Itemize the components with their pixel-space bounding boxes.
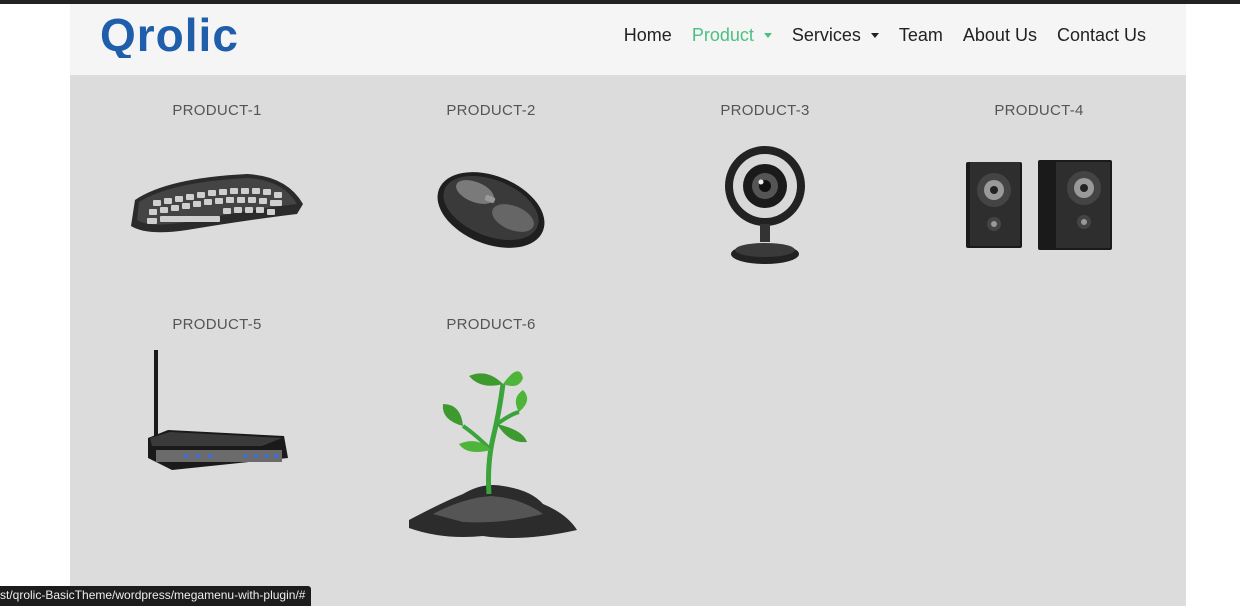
nav-contact-us-label: Contact Us [1056,25,1146,45]
nav-home-label: Home [623,25,672,45]
router-icon [148,350,288,470]
product-label: PRODUCT-1 [172,102,262,119]
keyboard-icon [131,174,303,233]
product-item[interactable]: PRODUCT-4 [902,102,1176,282]
nav-product-label: Product [691,25,754,45]
qrolic-logo[interactable]: Qrolic [100,12,260,58]
caret-down-icon [763,33,772,38]
product-label: PRODUCT-5 [172,316,262,333]
nav-about-us-label: About Us [962,25,1037,45]
webcam-icon [725,146,805,264]
product-item[interactable]: PRODUCT-5 [80,316,354,516]
product-label: PRODUCT-2 [446,102,536,119]
product-label: PRODUCT-3 [720,102,810,119]
nav-team-label: Team [898,25,943,45]
nav-product[interactable]: Product [692,25,772,46]
nav-team[interactable]: Team [899,25,943,46]
product-item[interactable]: PRODUCT-2 [354,102,628,282]
speakers-icon [966,160,1112,250]
mouse-icon [437,172,545,248]
product-item[interactable]: PRODUCT-3 [628,102,902,282]
product-label: PRODUCT-4 [994,102,1084,119]
svg-text:Qrolic: Qrolic [100,12,239,58]
product-item[interactable]: PRODUCT-1 [80,102,354,282]
nav-contact-us[interactable]: Contact Us [1057,25,1146,46]
product-label: PRODUCT-6 [446,316,536,333]
nav-home[interactable]: Home [624,25,672,46]
status-bar-url: st/qrolic-BasicTheme/wordpress/megamenu-… [0,586,312,606]
site-header: Qrolic Home Product Services Team About … [70,4,1186,75]
nav-about-us[interactable]: About Us [963,25,1037,46]
caret-down-icon [870,33,879,38]
product-mega-menu: PRODUCT-1 PRODUCT-2 PRODUCT-3 PRODUCT-4 … [70,75,1186,606]
nav-services[interactable]: Services [792,25,879,46]
product-item[interactable]: PRODUCT-6 [354,316,628,576]
main-nav: Home Product Services Team About Us Cont… [604,25,1146,46]
nav-services-label: Services [791,25,861,45]
plant-icon [409,371,577,538]
